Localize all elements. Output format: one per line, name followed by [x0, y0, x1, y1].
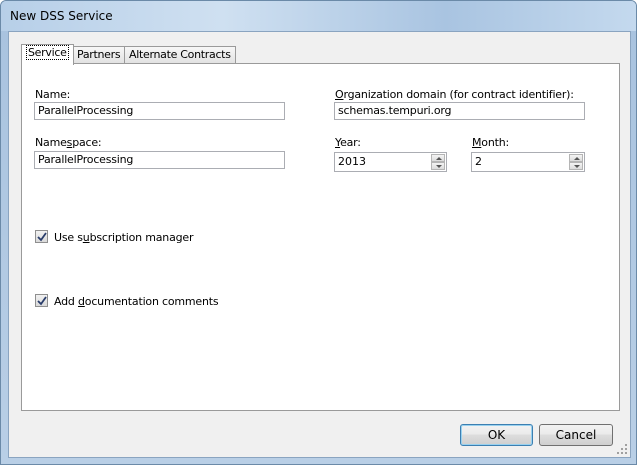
organization-domain-field[interactable]: schemas.tempuri.org [334, 102, 585, 120]
cancel-button-label: Cancel [555, 428, 597, 442]
month-spin-up-icon[interactable] [569, 154, 583, 162]
dialog-window: New DSS Service Service Partners Alterna… [0, 0, 637, 465]
month-label: Month: [472, 136, 509, 149]
dialog-client-area: Service Partners Alternate Contracts Nam… [8, 31, 631, 458]
name-label: Name: [35, 88, 71, 101]
organization-domain-value: schemas.tempuri.org [338, 104, 452, 117]
ok-button[interactable]: OK [460, 424, 533, 446]
namespace-field-value: ParallelProcessing [38, 153, 134, 166]
cancel-button[interactable]: Cancel [539, 424, 613, 446]
tab-partners[interactable]: Partners [72, 46, 126, 64]
resize-grip-icon[interactable] [617, 444, 627, 454]
namespace-label: Namespace: [35, 136, 102, 149]
subscription-manager-checkbox[interactable] [35, 230, 48, 243]
tab-alternate-contracts-label: Alternate Contracts [129, 48, 231, 61]
subscription-manager-label[interactable]: Use subscription manager [54, 231, 193, 244]
title-bar[interactable]: New DSS Service [1, 1, 636, 31]
name-field-value: ParallelProcessing [38, 104, 134, 117]
year-value: 2013 [338, 155, 366, 168]
name-field[interactable]: ParallelProcessing [34, 102, 285, 120]
service-tab-panel: Name: ParallelProcessing Namespace: Para… [21, 63, 620, 411]
year-label: Year: [335, 136, 361, 149]
organization-domain-label: Organization domain (for contract identi… [335, 88, 574, 101]
month-value: 2 [475, 155, 482, 168]
tab-partners-label: Partners [77, 48, 121, 61]
checkmark-icon [37, 296, 47, 306]
year-spin-down-icon[interactable] [431, 162, 445, 170]
tab-service[interactable]: Service [21, 44, 74, 65]
tab-alternate-contracts[interactable]: Alternate Contracts [124, 46, 236, 64]
documentation-comments-checkbox[interactable] [35, 294, 48, 307]
month-spin-down-icon[interactable] [569, 162, 583, 170]
namespace-field[interactable]: ParallelProcessing [34, 151, 285, 169]
ok-button-label: OK [487, 428, 506, 442]
documentation-comments-label[interactable]: Add documentation comments [54, 295, 219, 308]
tab-service-label: Service [26, 45, 69, 60]
year-stepper[interactable]: 2013 [334, 152, 447, 172]
window-title: New DSS Service [10, 9, 113, 23]
checkmark-icon [37, 232, 47, 242]
month-stepper[interactable]: 2 [471, 152, 585, 172]
year-spin-up-icon[interactable] [431, 154, 445, 162]
